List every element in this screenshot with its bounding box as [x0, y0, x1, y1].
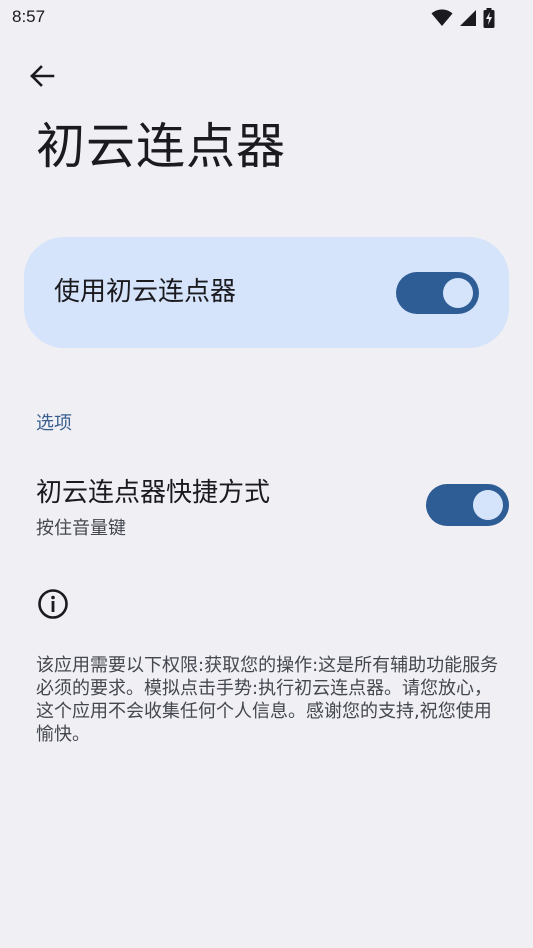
back-button[interactable] — [22, 58, 62, 98]
page-title: 初云连点器 — [36, 118, 287, 175]
toggle-thumb — [473, 490, 503, 520]
info-icon — [37, 588, 69, 620]
status-bar: 8:57 — [0, 0, 533, 36]
shortcut-setting-row[interactable]: 初云连点器快捷方式 按住音量键 — [0, 468, 533, 548]
toggle-thumb — [443, 278, 473, 308]
status-time: 8:57 — [12, 7, 46, 26]
wifi-icon — [431, 9, 453, 31]
shortcut-toggle[interactable] — [426, 484, 509, 526]
shortcut-title: 初云连点器快捷方式 — [36, 478, 271, 508]
status-icons — [431, 8, 495, 32]
battery-charging-icon — [483, 8, 495, 32]
main-switch-toggle[interactable] — [396, 272, 479, 314]
shortcut-subtitle: 按住音量键 — [36, 518, 126, 539]
main-switch-card[interactable]: 使用初云连点器 — [24, 237, 509, 348]
main-switch-label: 使用初云连点器 — [54, 277, 237, 307]
permission-info-text: 该应用需要以下权限:获取您的操作:这是所有辅助功能服务必须的要求。模拟点击手势:… — [36, 655, 499, 745]
signal-icon — [459, 9, 477, 31]
section-header-options: 选项 — [36, 413, 72, 434]
arrow-back-icon — [29, 64, 55, 92]
